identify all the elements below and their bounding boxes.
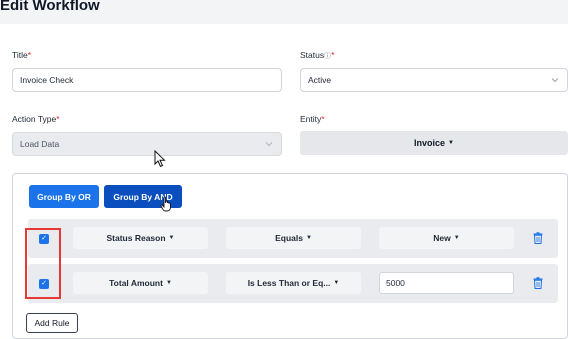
trash-icon[interactable] — [533, 277, 543, 289]
caret-down-icon: ▼ — [165, 280, 172, 286]
rule-row: ✓ Total Amount ▼ Is Less Than or Eq... ▼ 5… — [28, 264, 558, 303]
caret-down-icon: ▼ — [305, 235, 312, 241]
rule-field-select[interactable]: Total Amount ▼ — [73, 272, 208, 294]
rule-operator-select[interactable]: Equals ▼ — [226, 227, 361, 249]
title-label: Title* — [12, 50, 32, 60]
checkbox-highlight-box — [25, 228, 61, 299]
page-title: Edit Workflow — [0, 0, 100, 14]
caret-down-icon: ▼ — [168, 235, 175, 241]
caret-down-icon: ▼ — [453, 235, 460, 241]
status-select[interactable]: Active — [300, 68, 568, 92]
add-rule-button[interactable]: Add Rule — [26, 313, 78, 333]
action-type-select[interactable]: Load Data — [12, 132, 282, 156]
rule-value-select[interactable]: New ▼ — [379, 227, 514, 249]
action-type-label: Action Type* — [12, 114, 60, 124]
entity-dropdown[interactable]: Invoice ▼ — [300, 131, 568, 155]
entity-label: Entity* — [300, 114, 325, 124]
status-label: Statusⓘ* — [300, 50, 335, 60]
trash-icon[interactable] — [533, 232, 543, 244]
rule-operator-select[interactable]: Is Less Than or Eq... ▼ — [226, 272, 361, 294]
chevron-down-icon — [551, 78, 559, 83]
pointer-cursor-icon — [154, 150, 166, 168]
rule-value-input[interactable]: 5000 — [379, 272, 514, 294]
rule-row: ✓ Status Reason ▼ Equals ▼ New ▼ — [28, 219, 558, 258]
chevron-down-icon — [265, 142, 273, 147]
title-input[interactable]: Invoice Check — [12, 68, 282, 92]
caret-down-icon: ▼ — [448, 140, 454, 146]
hand-cursor-icon — [160, 196, 171, 212]
caret-down-icon: ▼ — [333, 280, 340, 286]
rule-field-select[interactable]: Status Reason ▼ — [73, 227, 208, 249]
group-by-or-button[interactable]: Group By OR — [29, 185, 99, 208]
